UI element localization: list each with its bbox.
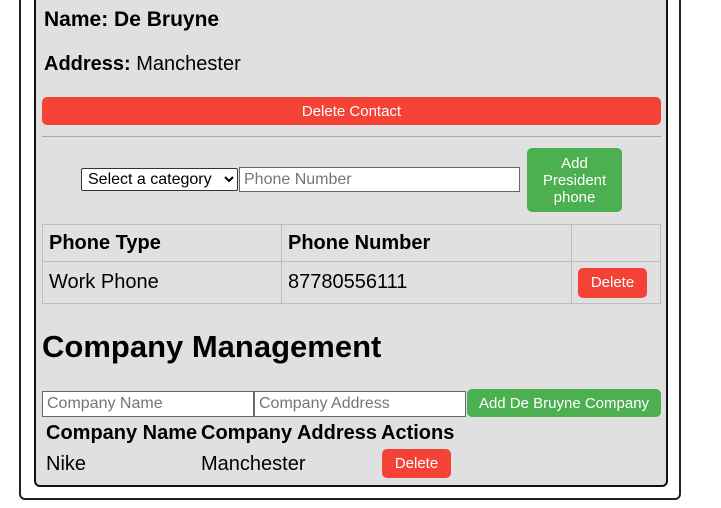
phone-number-cell: 87780556111 <box>281 261 572 304</box>
add-phone-button[interactable]: Add President phone <box>527 148 622 212</box>
company-name-input[interactable] <box>42 391 254 417</box>
header-phone-type: Phone Type <box>42 224 282 262</box>
phone-action-cell: Delete <box>571 261 661 304</box>
company-header-actions: Actions <box>381 422 455 444</box>
phone-table: Phone Type Phone Number Work Phone 87780… <box>42 224 661 304</box>
address-label: Address: <box>44 53 131 75</box>
add-company-button[interactable]: Add De Bruyne Company <box>467 389 661 417</box>
header-actions <box>571 224 661 262</box>
delete-contact-button[interactable]: Delete Contact <box>42 97 661 125</box>
phone-type-cell: Work Phone <box>42 261 282 304</box>
name-value: De Bruyne <box>114 8 220 31</box>
delete-company-button[interactable]: Delete <box>382 449 451 478</box>
phone-number-input[interactable] <box>239 167 520 192</box>
divider <box>42 136 661 137</box>
contact-card: Name: De Bruyne Address: Manchester Dele… <box>34 0 668 487</box>
company-heading: Company Management <box>42 329 382 364</box>
delete-phone-button[interactable]: Delete <box>578 267 647 298</box>
company-header-address: Company Address <box>201 422 377 444</box>
header-phone-number: Phone Number <box>281 224 572 262</box>
company-header-name: Company Name <box>46 422 198 444</box>
name-label: Name: <box>44 8 109 31</box>
contact-name: Name: De Bruyne <box>44 8 219 32</box>
address-value: Manchester <box>136 53 241 75</box>
company-address-cell: Manchester <box>201 453 306 475</box>
phone-table-header-row: Phone Type Phone Number <box>42 224 661 262</box>
contact-address: Address: Manchester <box>44 53 241 76</box>
table-row: Work Phone 87780556111 Delete <box>42 261 661 304</box>
company-name-cell: Nike <box>46 453 87 475</box>
company-address-input[interactable] <box>254 391 466 417</box>
category-select[interactable]: Select a category <box>81 168 238 191</box>
